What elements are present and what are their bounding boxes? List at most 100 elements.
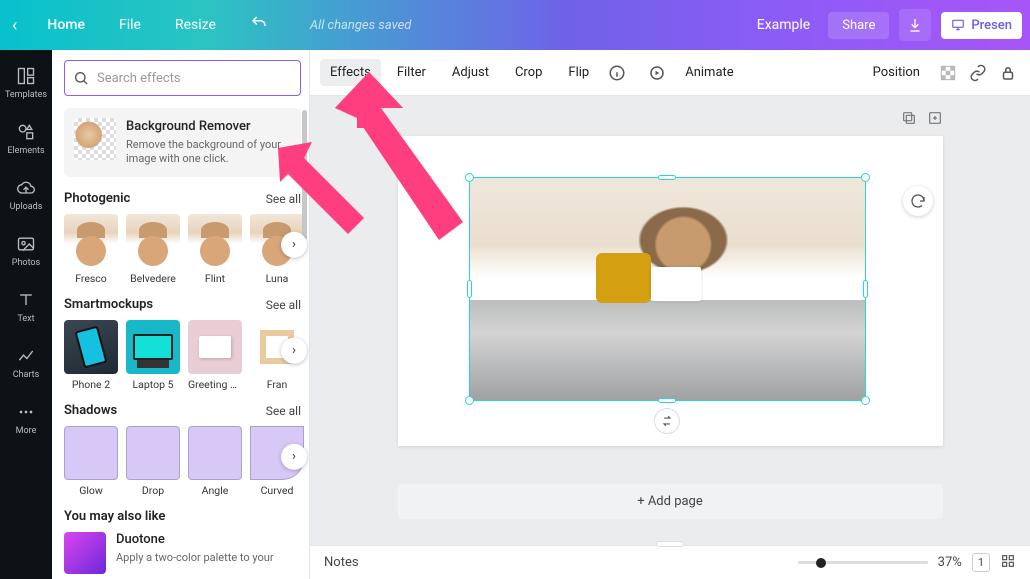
share-button[interactable]: Share (828, 12, 889, 39)
undo-button[interactable] (242, 10, 276, 40)
mockup-laptop5[interactable]: Laptop 5 (126, 320, 180, 391)
image-content (470, 178, 865, 400)
file-menu[interactable]: File (111, 13, 149, 37)
toolbar-effects[interactable]: Effects (320, 59, 381, 86)
charts-icon (16, 346, 36, 366)
notes-drag-handle[interactable] (656, 541, 684, 547)
swap-button[interactable] (654, 408, 680, 434)
tool-rail: Templates Elements Uploads Photos Text C… (0, 50, 52, 579)
search-input[interactable] (97, 71, 292, 86)
section-shadows: Shadows See all Glow Drop Angle Curved › (64, 403, 301, 497)
zoom-slider[interactable] (798, 561, 928, 564)
shadow-glow[interactable]: Glow (64, 426, 118, 497)
toolbar-position[interactable]: Position (863, 59, 930, 86)
effect-fresco[interactable]: Fresco (64, 214, 118, 285)
lock-icon (999, 64, 1017, 82)
back-button[interactable]: ‹ (8, 15, 21, 36)
toolbar-info[interactable] (605, 61, 629, 85)
resize-handle-sw[interactable] (465, 396, 474, 405)
shadows-see-all[interactable]: See all (266, 404, 301, 418)
also-like-title: You may also like (64, 509, 165, 524)
resize-handle-se[interactable] (861, 396, 870, 405)
canvas-meta (398, 110, 943, 130)
toolbar-crop[interactable]: Crop (505, 59, 552, 86)
effects-panel: Background Remover Remove the background… (52, 50, 310, 579)
panel-scrollbar[interactable] (302, 110, 307, 240)
smartmockups-see-all[interactable]: See all (266, 298, 301, 312)
info-icon (608, 64, 626, 82)
rotate-icon (910, 193, 926, 209)
grid-view[interactable] (1000, 553, 1016, 573)
rotate-button[interactable] (903, 186, 933, 216)
rail-photos[interactable]: Photos (0, 228, 52, 274)
photogenic-see-all[interactable]: See all (266, 192, 301, 206)
photos-icon (16, 234, 36, 254)
shadow-drop[interactable]: Drop (126, 426, 180, 497)
section-also-like: You may also like Duotone Apply a two-co… (64, 509, 301, 574)
save-status: All changes saved (310, 18, 411, 33)
animate-icon (648, 64, 666, 82)
resize-handle-n[interactable] (658, 175, 676, 180)
canvas-page[interactable] (398, 136, 943, 446)
rail-more[interactable]: More (0, 396, 52, 442)
search-effects[interactable] (64, 60, 301, 96)
effect-flint[interactable]: Flint (188, 214, 242, 285)
toolbar-adjust[interactable]: Adjust (442, 59, 499, 86)
present-button[interactable]: Presen (941, 12, 1022, 39)
rail-charts[interactable]: Charts (0, 340, 52, 386)
page-indicator[interactable]: 1 (972, 553, 990, 572)
rail-text[interactable]: Text (0, 284, 52, 330)
templates-icon (16, 66, 36, 86)
shadow-angle[interactable]: Angle (188, 426, 242, 497)
resize-menu[interactable]: Resize (167, 13, 224, 37)
toolbar-animate-icon[interactable] (645, 61, 669, 85)
mockup-greetingcard[interactable]: Greeting car... (188, 320, 242, 391)
uploads-icon (16, 178, 36, 198)
toolbar-link[interactable] (966, 61, 990, 85)
toolbar-lock[interactable] (996, 61, 1020, 85)
download-button[interactable] (899, 9, 931, 41)
bg-remover-desc: Remove the background of your image with… (126, 138, 291, 168)
image-toolbar: Effects Filter Adjust Crop Flip Animate … (310, 50, 1030, 96)
home-button[interactable]: Home (39, 13, 93, 37)
toolbar-flip[interactable]: Flip (558, 59, 599, 86)
elements-icon (16, 122, 36, 142)
photogenic-title: Photogenic (64, 191, 130, 206)
toolbar-filter[interactable]: Filter (387, 59, 436, 86)
resize-handle-s[interactable] (658, 398, 676, 403)
rail-uploads[interactable]: Uploads (0, 172, 52, 218)
background-remover[interactable]: Background Remover Remove the background… (64, 108, 301, 177)
notes-label[interactable]: Notes (324, 555, 359, 570)
selected-image[interactable] (470, 178, 865, 400)
zoom-value: 37% (938, 555, 962, 570)
search-icon (73, 70, 89, 86)
present-icon (951, 18, 965, 32)
photogenic-next[interactable]: › (281, 232, 307, 258)
resize-handle-w[interactable] (467, 280, 472, 298)
add-page-button[interactable]: + Add page (398, 484, 943, 519)
shadows-title: Shadows (64, 403, 117, 418)
smartmockups-title: Smartmockups (64, 297, 153, 312)
transparency-icon (939, 64, 957, 82)
add-page-icon-svg (927, 110, 943, 126)
effect-duotone[interactable]: Duotone Apply a two-color palette to you… (64, 532, 301, 574)
rail-templates[interactable]: Templates (0, 60, 52, 106)
mockup-phone2[interactable]: Phone 2 (64, 320, 118, 391)
zoom-slider-thumb[interactable] (816, 558, 826, 568)
resize-handle-ne[interactable] (861, 173, 870, 182)
smartmockups-next[interactable]: › (281, 338, 307, 364)
add-page-icon[interactable] (927, 110, 943, 130)
rail-elements[interactable]: Elements (0, 116, 52, 162)
toolbar-animate[interactable]: Animate (675, 59, 743, 86)
resize-handle-e[interactable] (863, 280, 868, 298)
swap-icon (660, 414, 674, 428)
toolbar-transparency[interactable] (936, 61, 960, 85)
link-icon (969, 64, 987, 82)
shadows-next[interactable]: › (281, 444, 307, 470)
example-label[interactable]: Example (749, 13, 818, 37)
resize-handle-nw[interactable] (465, 173, 474, 182)
grid-icon (1000, 553, 1016, 569)
duplicate-page[interactable] (901, 110, 917, 130)
duotone-title: Duotone (116, 532, 274, 549)
effect-belvedere[interactable]: Belvedere (126, 214, 180, 285)
